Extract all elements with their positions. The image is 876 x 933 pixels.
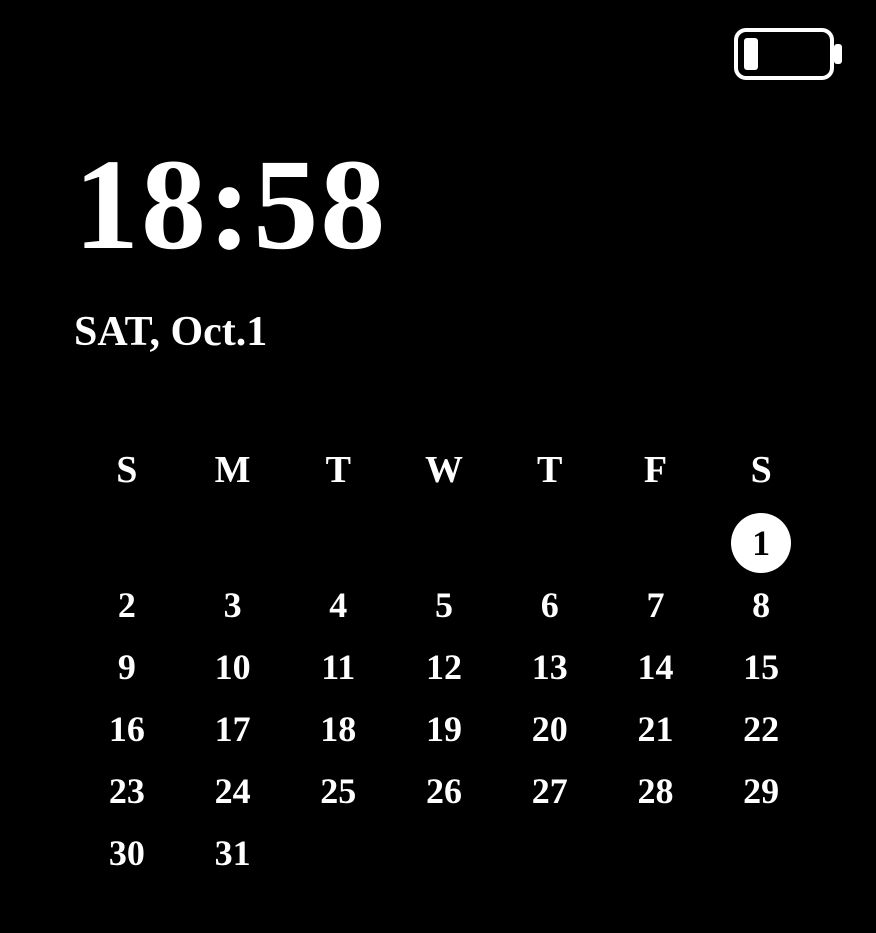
clock-block: 18:58 SAT, Oct.1: [74, 140, 387, 356]
calendar-weekday-row: S M T W T F S: [74, 440, 814, 512]
calendar-day[interactable]: 18: [285, 698, 391, 760]
calendar-day[interactable]: 15: [708, 636, 814, 698]
calendar-day[interactable]: [708, 822, 814, 884]
calendar-day[interactable]: [391, 822, 497, 884]
calendar-day[interactable]: 4: [285, 574, 391, 636]
date-display: SAT, Oct.1: [74, 308, 387, 356]
calendar: S M T W T F S 1 2 3 4 5 6 7 8: [74, 440, 814, 884]
calendar-day[interactable]: [74, 512, 180, 574]
calendar-day[interactable]: 21: [603, 698, 709, 760]
calendar-day[interactable]: 10: [180, 636, 286, 698]
calendar-day[interactable]: [497, 512, 603, 574]
calendar-week-row: 16 17 18 19 20 21 22: [74, 698, 814, 760]
calendar-day[interactable]: 25: [285, 760, 391, 822]
calendar-day[interactable]: 22: [708, 698, 814, 760]
calendar-day[interactable]: 26: [391, 760, 497, 822]
calendar-day[interactable]: 12: [391, 636, 497, 698]
calendar-day[interactable]: 7: [603, 574, 709, 636]
calendar-day[interactable]: 30: [74, 822, 180, 884]
calendar-day[interactable]: 14: [603, 636, 709, 698]
calendar-week-row: 23 24 25 26 27 28 29: [74, 760, 814, 822]
calendar-day[interactable]: 13: [497, 636, 603, 698]
calendar-week-row: 30 31: [74, 822, 814, 884]
weekday-label: T: [285, 440, 391, 512]
calendar-day[interactable]: 6: [497, 574, 603, 636]
calendar-day[interactable]: 27: [497, 760, 603, 822]
battery-icon: [734, 28, 844, 80]
weekday-label: W: [391, 440, 497, 512]
calendar-week-row: 2 3 4 5 6 7 8: [74, 574, 814, 636]
calendar-day[interactable]: 17: [180, 698, 286, 760]
calendar-day[interactable]: [603, 822, 709, 884]
calendar-day[interactable]: 3: [180, 574, 286, 636]
time-display: 18:58: [74, 140, 387, 270]
today-highlight: 1: [731, 513, 791, 573]
weekday-label: F: [603, 440, 709, 512]
calendar-day[interactable]: 5: [391, 574, 497, 636]
calendar-day[interactable]: [285, 512, 391, 574]
calendar-day[interactable]: 29: [708, 760, 814, 822]
calendar-day[interactable]: [497, 822, 603, 884]
calendar-day[interactable]: [285, 822, 391, 884]
calendar-day[interactable]: 2: [74, 574, 180, 636]
calendar-day[interactable]: 20: [497, 698, 603, 760]
weekday-label: S: [74, 440, 180, 512]
weekday-label: S: [708, 440, 814, 512]
calendar-day[interactable]: 16: [74, 698, 180, 760]
calendar-day[interactable]: 31: [180, 822, 286, 884]
weekday-label: M: [180, 440, 286, 512]
calendar-day[interactable]: [603, 512, 709, 574]
calendar-day[interactable]: 19: [391, 698, 497, 760]
calendar-day[interactable]: 11: [285, 636, 391, 698]
weekday-label: T: [497, 440, 603, 512]
calendar-week-row: 9 10 11 12 13 14 15: [74, 636, 814, 698]
calendar-day[interactable]: [391, 512, 497, 574]
lock-screen: 18:58 SAT, Oct.1 S M T W T F S 1 2 3 4: [0, 0, 876, 933]
calendar-day[interactable]: 24: [180, 760, 286, 822]
calendar-day[interactable]: 9: [74, 636, 180, 698]
calendar-day[interactable]: 8: [708, 574, 814, 636]
calendar-day[interactable]: 23: [74, 760, 180, 822]
calendar-week-row: 1: [74, 512, 814, 574]
calendar-day[interactable]: 28: [603, 760, 709, 822]
calendar-day-today[interactable]: 1: [708, 512, 814, 574]
calendar-day[interactable]: [180, 512, 286, 574]
